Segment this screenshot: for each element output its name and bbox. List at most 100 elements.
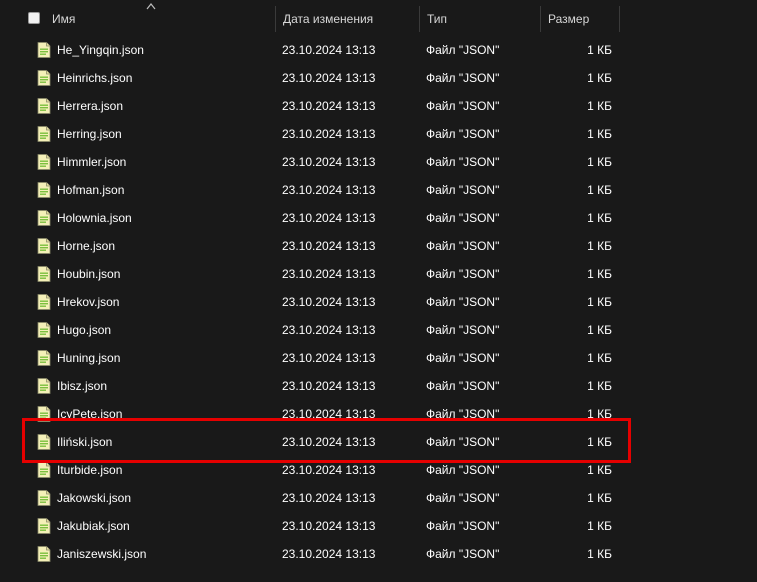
file-size: 1 КБ (587, 351, 612, 365)
json-file-icon (37, 378, 51, 394)
file-row[interactable]: He_Yingqin.json 23.10.2024 13:13 Файл "J… (0, 36, 757, 64)
file-name: Heinrichs.json (57, 71, 133, 85)
file-name: Jakubiak.json (57, 519, 130, 533)
column-divider[interactable] (619, 6, 620, 32)
file-row[interactable]: Hofman.json 23.10.2024 13:13 Файл "JSON"… (0, 176, 757, 204)
file-name: Holownia.json (57, 211, 132, 225)
file-type: Файл "JSON" (426, 211, 500, 225)
file-size: 1 КБ (587, 547, 612, 561)
file-row[interactable]: Himmler.json 23.10.2024 13:13 Файл "JSON… (0, 148, 757, 176)
file-row[interactable]: Huning.json 23.10.2024 13:13 Файл "JSON"… (0, 344, 757, 372)
file-type: Файл "JSON" (426, 547, 500, 561)
file-size: 1 КБ (587, 127, 612, 141)
json-file-icon (37, 294, 51, 310)
file-name: Jakowski.json (57, 491, 132, 505)
file-size: 1 КБ (587, 239, 612, 253)
json-file-icon (37, 350, 51, 366)
file-row[interactable]: Jakowski.json 23.10.2024 13:13 Файл "JSO… (0, 484, 757, 512)
json-file-icon (37, 98, 51, 114)
file-name: He_Yingqin.json (57, 43, 144, 57)
file-date-modified: 23.10.2024 13:13 (282, 155, 376, 169)
file-type: Файл "JSON" (426, 71, 500, 85)
file-name: Janiszewski.json (57, 547, 147, 561)
file-size: 1 КБ (587, 463, 612, 477)
file-name: Herring.json (57, 127, 122, 141)
file-date-modified: 23.10.2024 13:13 (282, 547, 376, 561)
file-row[interactable]: Heinrichs.json 23.10.2024 13:13 Файл "JS… (0, 64, 757, 92)
file-date-modified: 23.10.2024 13:13 (282, 239, 376, 253)
file-row[interactable]: Hugo.json 23.10.2024 13:13 Файл "JSON" 1… (0, 316, 757, 344)
file-row[interactable]: IcyPete.json 23.10.2024 13:13 Файл "JSON… (0, 400, 757, 428)
file-type: Файл "JSON" (426, 183, 500, 197)
file-name: Hofman.json (57, 183, 125, 197)
file-date-modified: 23.10.2024 13:13 (282, 351, 376, 365)
file-size: 1 КБ (587, 183, 612, 197)
file-date-modified: 23.10.2024 13:13 (282, 463, 376, 477)
file-name: Huning.json (57, 351, 121, 365)
file-row[interactable]: Holownia.json 23.10.2024 13:13 Файл "JSO… (0, 204, 757, 232)
file-row[interactable]: Houbin.json 23.10.2024 13:13 Файл "JSON"… (0, 260, 757, 288)
file-date-modified: 23.10.2024 13:13 (282, 211, 376, 225)
file-date-modified: 23.10.2024 13:13 (282, 127, 376, 141)
file-size: 1 КБ (587, 407, 612, 421)
file-name: IcyPete.json (57, 407, 123, 421)
json-file-icon (37, 434, 51, 450)
file-type: Файл "JSON" (426, 351, 500, 365)
file-size: 1 КБ (587, 71, 612, 85)
file-row[interactable]: Iturbide.json 23.10.2024 13:13 Файл "JSO… (0, 456, 757, 484)
column-header-date[interactable]: Дата изменения (276, 6, 419, 32)
file-size: 1 КБ (587, 379, 612, 393)
json-file-icon (37, 546, 51, 562)
json-file-icon (37, 238, 51, 254)
file-row[interactable]: Ibisz.json 23.10.2024 13:13 Файл "JSON" … (0, 372, 757, 400)
file-row[interactable]: Janiszewski.json 23.10.2024 13:13 Файл "… (0, 540, 757, 568)
json-file-icon (37, 42, 51, 58)
file-date-modified: 23.10.2024 13:13 (282, 267, 376, 281)
file-size: 1 КБ (587, 99, 612, 113)
file-name: Hrekov.json (57, 295, 120, 309)
file-size: 1 КБ (587, 211, 612, 225)
column-header-size[interactable]: Размер (541, 6, 619, 32)
file-type: Файл "JSON" (426, 43, 500, 57)
json-file-icon (37, 406, 51, 422)
file-type: Файл "JSON" (426, 155, 500, 169)
file-size: 1 КБ (587, 435, 612, 449)
file-name: Hugo.json (57, 323, 112, 337)
file-row[interactable]: Jakubiak.json 23.10.2024 13:13 Файл "JSO… (0, 512, 757, 540)
file-date-modified: 23.10.2024 13:13 (282, 43, 376, 57)
file-type: Файл "JSON" (426, 295, 500, 309)
column-header-name[interactable]: Имя (22, 6, 275, 32)
file-size: 1 КБ (587, 155, 612, 169)
file-size: 1 КБ (587, 323, 612, 337)
file-row[interactable]: Herrera.json 23.10.2024 13:13 Файл "JSON… (0, 92, 757, 120)
file-size: 1 КБ (587, 43, 612, 57)
file-date-modified: 23.10.2024 13:13 (282, 519, 376, 533)
file-row[interactable]: Iliński.json 23.10.2024 13:13 Файл "JSON… (0, 428, 757, 456)
column-header-type[interactable]: Тип (420, 6, 540, 32)
file-date-modified: 23.10.2024 13:13 (282, 323, 376, 337)
json-file-icon (37, 490, 51, 506)
file-row[interactable]: Horne.json 23.10.2024 13:13 Файл "JSON" … (0, 232, 757, 260)
file-row[interactable]: Hrekov.json 23.10.2024 13:13 Файл "JSON"… (0, 288, 757, 316)
file-name: Iturbide.json (57, 463, 123, 477)
file-date-modified: 23.10.2024 13:13 (282, 435, 376, 449)
file-name: Iliński.json (57, 435, 113, 449)
file-date-modified: 23.10.2024 13:13 (282, 491, 376, 505)
file-date-modified: 23.10.2024 13:13 (282, 295, 376, 309)
json-file-icon (37, 462, 51, 478)
file-type: Файл "JSON" (426, 323, 500, 337)
file-name: Herrera.json (57, 99, 124, 113)
file-size: 1 КБ (587, 267, 612, 281)
file-type: Файл "JSON" (426, 407, 500, 421)
file-name: Himmler.json (57, 155, 127, 169)
json-file-icon (37, 322, 51, 338)
file-type: Файл "JSON" (426, 99, 500, 113)
file-type: Файл "JSON" (426, 239, 500, 253)
file-row[interactable]: Herring.json 23.10.2024 13:13 Файл "JSON… (0, 120, 757, 148)
file-type: Файл "JSON" (426, 127, 500, 141)
file-list: He_Yingqin.json 23.10.2024 13:13 Файл "J… (0, 36, 757, 568)
file-date-modified: 23.10.2024 13:13 (282, 71, 376, 85)
file-type: Файл "JSON" (426, 491, 500, 505)
file-type: Файл "JSON" (426, 379, 500, 393)
json-file-icon (37, 154, 51, 170)
